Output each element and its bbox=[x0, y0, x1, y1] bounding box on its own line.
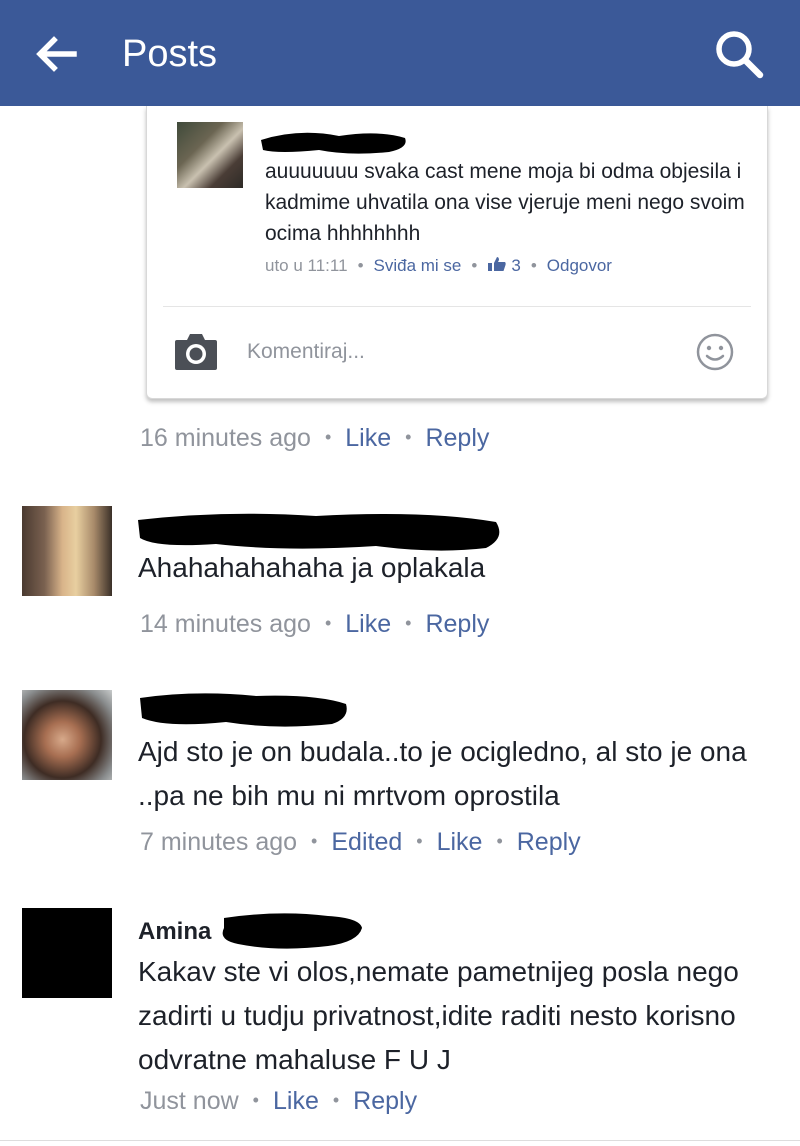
reply-text: auuuuuuu svaka cast mene moja bi odma ob… bbox=[265, 160, 745, 245]
search-icon[interactable] bbox=[712, 27, 766, 81]
comment-meta: Just now • Like • Reply bbox=[140, 1087, 418, 1115]
comment-meta: 7 minutes ago • Edited • Like • Reply bbox=[140, 828, 581, 856]
arrow-left-icon[interactable] bbox=[30, 28, 82, 80]
comment-text: Ahahahahahaha ja oplakala bbox=[138, 552, 486, 583]
camera-icon[interactable] bbox=[173, 330, 219, 372]
avatar[interactable] bbox=[177, 122, 243, 188]
page-title: Posts bbox=[122, 33, 218, 75]
thumbs-up-icon bbox=[488, 257, 507, 271]
reply-link[interactable]: Reply bbox=[425, 424, 489, 452]
comment-time: 14 minutes ago bbox=[140, 610, 311, 638]
avatar[interactable] bbox=[22, 506, 112, 596]
redacted-name bbox=[222, 913, 362, 949]
smiley-icon[interactable] bbox=[695, 332, 735, 372]
comment-time: Just now bbox=[140, 1087, 239, 1115]
replies-card: auuuuuuu svaka cast mene moja bi odma ob… bbox=[146, 106, 768, 399]
comment-time: 16 minutes ago bbox=[140, 424, 311, 452]
like-link[interactable]: Like bbox=[273, 1087, 319, 1115]
reply-link[interactable]: Reply bbox=[353, 1087, 417, 1115]
reply-link[interactable]: Reply bbox=[517, 828, 581, 856]
like-link[interactable]: Like bbox=[437, 828, 483, 856]
comment-text: Ajd sto je on budala..to je ocigledno, a… bbox=[138, 736, 747, 811]
redacted-name bbox=[140, 693, 347, 727]
like-link[interactable]: Sviđa mi se bbox=[374, 256, 462, 275]
redacted-name bbox=[261, 132, 406, 154]
likes-count[interactable]: 3 bbox=[511, 256, 520, 275]
comment-meta: 16 minutes ago • Like • Reply bbox=[140, 424, 490, 452]
avatar[interactable] bbox=[22, 690, 112, 780]
divider bbox=[0, 1140, 800, 1141]
comment-text: Kakav ste vi olos,nemate pametnijeg posl… bbox=[138, 956, 739, 1075]
reply-link[interactable]: Reply bbox=[425, 610, 489, 638]
reply-meta: uto u 11:11 • Sviđa mi se • 3 • Odgovor bbox=[265, 256, 612, 275]
edited-link[interactable]: Edited bbox=[331, 828, 402, 856]
reply-time: uto u 11:11 bbox=[265, 256, 348, 275]
like-link[interactable]: Like bbox=[345, 610, 391, 638]
reply-link[interactable]: Odgovor bbox=[547, 256, 612, 275]
like-link[interactable]: Like bbox=[345, 424, 391, 452]
commenter-name[interactable]: Amina bbox=[138, 918, 211, 946]
top-app-bar: Posts bbox=[0, 0, 800, 106]
comment-meta: 14 minutes ago • Like • Reply bbox=[140, 610, 490, 638]
comment-input[interactable] bbox=[247, 334, 677, 370]
divider bbox=[163, 306, 751, 307]
avatar[interactable] bbox=[22, 908, 112, 998]
comment-time: 7 minutes ago bbox=[140, 828, 298, 856]
